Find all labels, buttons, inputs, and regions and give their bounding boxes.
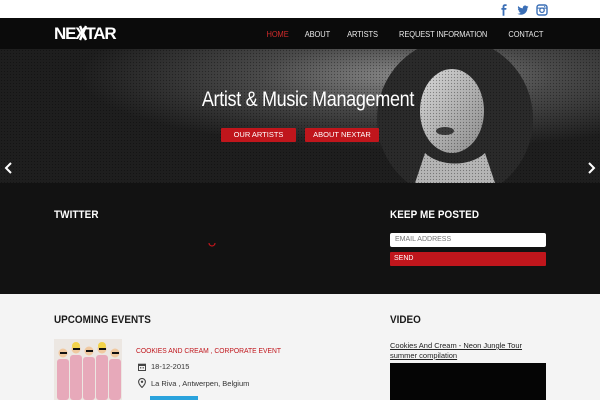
map-pin-icon — [138, 378, 146, 388]
slider-next-arrow[interactable] — [586, 161, 596, 174]
event-thumbnail-image[interactable] — [54, 339, 122, 400]
facebook-icon[interactable] — [498, 3, 510, 16]
event-details-button[interactable] — [150, 396, 198, 400]
video-title-link[interactable]: Cookies And Cream - Neon Jungle Tour sum… — [390, 341, 540, 361]
video-title: VIDEO — [390, 314, 421, 326]
event-date-row: 18-12-2015 — [138, 362, 189, 371]
event-location-row: La Riva , Antwerpen, Belgium — [138, 378, 249, 388]
event-location: La Riva , Antwerpen, Belgium — [151, 378, 250, 388]
newsletter-title: KEEP ME POSTED — [390, 209, 480, 221]
social-links — [498, 3, 548, 16]
nav-contact[interactable]: CONTACT — [509, 29, 544, 39]
nav-home[interactable]: HOME — [267, 29, 289, 39]
about-nextar-button[interactable]: ABOUT NEXTAR — [305, 128, 379, 142]
slider-prev-arrow[interactable] — [4, 161, 14, 174]
calendar-icon — [138, 363, 146, 371]
nav-request-information[interactable]: REQUEST INFORMATION — [399, 29, 487, 39]
hero-background-image — [0, 49, 600, 183]
instagram-icon[interactable] — [536, 3, 548, 16]
loading-spinner-icon — [208, 234, 216, 247]
hero-title: Artist & Music Management — [201, 88, 415, 111]
events-title: UPCOMING EVENTS — [54, 314, 151, 326]
nav-about[interactable]: ABOUT — [305, 29, 330, 39]
nav-artists[interactable]: ARTISTS — [347, 29, 378, 39]
video-player[interactable] — [390, 363, 546, 400]
event-date: 18-12-2015 — [151, 362, 190, 371]
top-bar — [0, 0, 600, 18]
twitter-title: TWITTER — [54, 209, 99, 221]
our-artists-button[interactable]: OUR ARTISTS — [221, 128, 296, 142]
event-name-link[interactable]: COOKIES AND CREAM , CORPORATE EVENT — [136, 346, 281, 355]
main-menu: HOME ABOUT ARTISTS REQUEST INFORMATION C… — [265, 18, 546, 49]
hero-slider — [0, 49, 600, 183]
send-button[interactable]: SEND — [390, 252, 546, 266]
main-navbar: NEXTAR HOME ABOUT ARTISTS REQUEST INFORM… — [0, 18, 600, 49]
email-field[interactable] — [390, 233, 546, 247]
twitter-icon[interactable] — [517, 3, 529, 15]
nextar-logo[interactable]: NEXTAR — [54, 23, 120, 43]
